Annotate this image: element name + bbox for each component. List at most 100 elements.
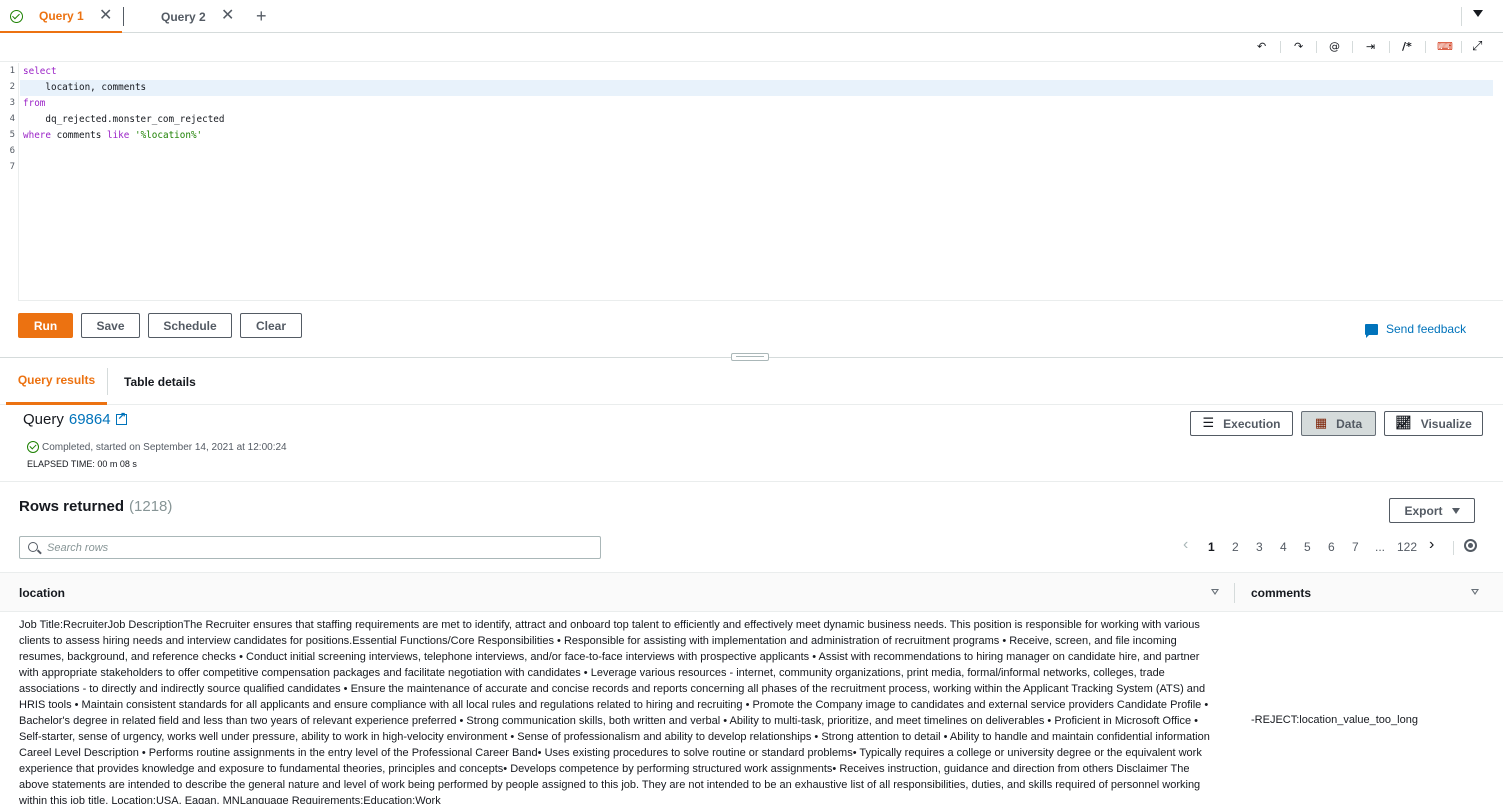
next-page-icon[interactable]: › — [1429, 537, 1434, 553]
tab-label: Query 1 — [39, 8, 84, 23]
redo-icon[interactable]: ↷ — [1294, 39, 1303, 55]
query-status-text: Completed, started on September 14, 2021… — [42, 441, 287, 453]
clear-button[interactable]: Clear — [240, 313, 302, 338]
results-tab-separator — [107, 368, 108, 395]
execution-label: Execution — [1223, 416, 1281, 431]
toolbar-separator — [1461, 41, 1462, 53]
line-number: 5 — [9, 130, 15, 140]
table-cell-location: Job Title:RecruiterJob DescriptionThe Re… — [19, 619, 1210, 804]
search-rows-field[interactable] — [19, 536, 601, 559]
results-tabs: Query results Table details — [0, 358, 1503, 405]
line-number: 6 — [9, 146, 15, 156]
tab-menu-separator — [1461, 7, 1462, 26]
sql-text: comments — [51, 130, 107, 141]
query-title: Query 69864 — [23, 411, 127, 428]
table-grid-icon: ▦ — [1314, 416, 1328, 431]
page-3[interactable]: 3 — [1256, 539, 1263, 555]
tab-table-details[interactable]: Table details — [124, 358, 196, 405]
line-number: 4 — [9, 114, 15, 124]
column-separator[interactable] — [1234, 583, 1235, 603]
page-7[interactable]: 7 — [1352, 539, 1359, 555]
previous-page-icon[interactable]: ‹ — [1183, 537, 1188, 553]
editor-toolbar: ↶ ↷ @ ⇥ /* ⌨ ⤢ — [0, 33, 1503, 62]
page-ellipsis: ... — [1375, 540, 1386, 554]
page-6[interactable]: 6 — [1328, 539, 1335, 555]
tab-dropdown-icon[interactable] — [1473, 10, 1483, 17]
line-number: 2 — [9, 82, 15, 92]
sql-editor[interactable]: 1 2 3 4 5 6 7 select location, comments … — [0, 63, 1503, 301]
tab-query-2[interactable]: Query 2 ✕ — [124, 0, 242, 33]
comment-icon[interactable]: /* — [1402, 39, 1412, 55]
query-info-panel: Query 69864 Completed, started on Septem… — [0, 406, 1503, 482]
filter-icon[interactable] — [1471, 589, 1479, 595]
rows-returned-label: Rows returned — [19, 498, 125, 515]
sql-string: '%location%' — [134, 130, 203, 141]
query-status: Completed, started on September 14, 2021… — [27, 441, 287, 453]
export-button[interactable]: Export — [1389, 498, 1475, 523]
line-number: 1 — [9, 66, 15, 76]
rows-returned-section: Rows returned(1218) Export ‹ 1 2 3 4 5 6… — [0, 483, 1503, 571]
sql-keyword: select — [23, 66, 57, 77]
line-number: 7 — [9, 162, 15, 172]
at-sign-icon[interactable]: @ — [1329, 39, 1340, 55]
visualize-label: Visualize — [1420, 416, 1472, 431]
tab-query-1[interactable]: Query 1 ✕ — [0, 0, 122, 33]
tab-query-results[interactable]: Query results — [6, 358, 107, 405]
column-header-location[interactable]: location — [19, 586, 65, 600]
page-4[interactable]: 4 — [1280, 539, 1287, 555]
gear-icon[interactable] — [1464, 539, 1477, 552]
send-feedback-link[interactable]: Send feedback — [1365, 322, 1467, 338]
export-label: Export — [1404, 503, 1443, 518]
toolbar-separator — [1425, 41, 1426, 53]
rows-returned-title: Rows returned (1218) — [19, 498, 172, 515]
query-tab-bar: Query 1 ✕ Query 2 ✕ + — [0, 0, 1503, 33]
sql-keyword: like — [106, 130, 130, 141]
toolbar-separator — [1352, 41, 1353, 53]
editor-actions: Run Save Schedule Clear Send feedback — [0, 302, 1503, 354]
add-tab-icon[interactable]: + — [256, 6, 267, 26]
code-line: from — [23, 96, 45, 112]
schedule-button[interactable]: Schedule — [148, 313, 232, 338]
line-chart-icon: 📈︎ — [1395, 416, 1412, 431]
table-cell-comments: -REJECT:location_value_too_long — [1251, 714, 1418, 726]
run-button[interactable]: Run — [18, 313, 73, 338]
fullscreen-icon[interactable]: ⤢ — [1472, 39, 1482, 55]
send-feedback-label: Send feedback — [1386, 322, 1467, 336]
feedback-icon — [1365, 323, 1378, 338]
tab-label: Query 2 — [161, 9, 206, 24]
elapsed-time: ELAPSED TIME: 00 m 08 s — [27, 459, 137, 469]
filter-icon[interactable] — [1211, 589, 1219, 595]
keyboard-icon[interactable]: ⌨ — [1437, 39, 1453, 55]
toolbar-separator — [1316, 41, 1317, 53]
data-button[interactable]: ▦ Data — [1301, 411, 1376, 436]
query-id-link[interactable]: 69864 — [69, 411, 111, 428]
page-122[interactable]: 122 — [1397, 539, 1417, 555]
close-tab-icon[interactable]: ✕ — [221, 8, 234, 24]
visualize-button[interactable]: 📈︎ Visualize — [1384, 411, 1483, 436]
save-button[interactable]: Save — [81, 313, 140, 338]
sql-keyword: from — [23, 98, 46, 109]
code-line: where comments like '%location%' — [23, 128, 202, 144]
page-1[interactable]: 1 — [1208, 539, 1215, 555]
indent-icon[interactable]: ⇥ — [1366, 39, 1375, 55]
data-label: Data — [1336, 416, 1363, 431]
page-5[interactable]: 5 — [1304, 539, 1311, 555]
caret-down-icon — [1451, 507, 1460, 514]
code-line: dq_rejected.monster_com_rejected — [23, 114, 225, 125]
toolbar-separator — [1280, 41, 1281, 53]
search-rows-input[interactable] — [47, 540, 587, 555]
search-icon — [28, 542, 38, 552]
undo-icon[interactable]: ↶ — [1257, 39, 1266, 55]
line-number-gutter: 1 2 3 4 5 6 7 — [0, 63, 19, 301]
execution-button[interactable]: ☰ Execution — [1190, 411, 1293, 436]
pager-separator — [1453, 541, 1454, 555]
close-tab-icon[interactable]: ✕ — [99, 8, 112, 24]
page-2[interactable]: 2 — [1232, 539, 1239, 555]
table-header: location comments — [0, 572, 1503, 612]
line-number: 3 — [9, 98, 15, 108]
code-line: location, comments — [23, 82, 147, 93]
external-link-icon[interactable] — [115, 411, 127, 425]
execution-icon: ☰ — [1202, 416, 1215, 431]
completed-check-icon — [10, 10, 23, 23]
column-header-comments[interactable]: comments — [1251, 586, 1311, 600]
